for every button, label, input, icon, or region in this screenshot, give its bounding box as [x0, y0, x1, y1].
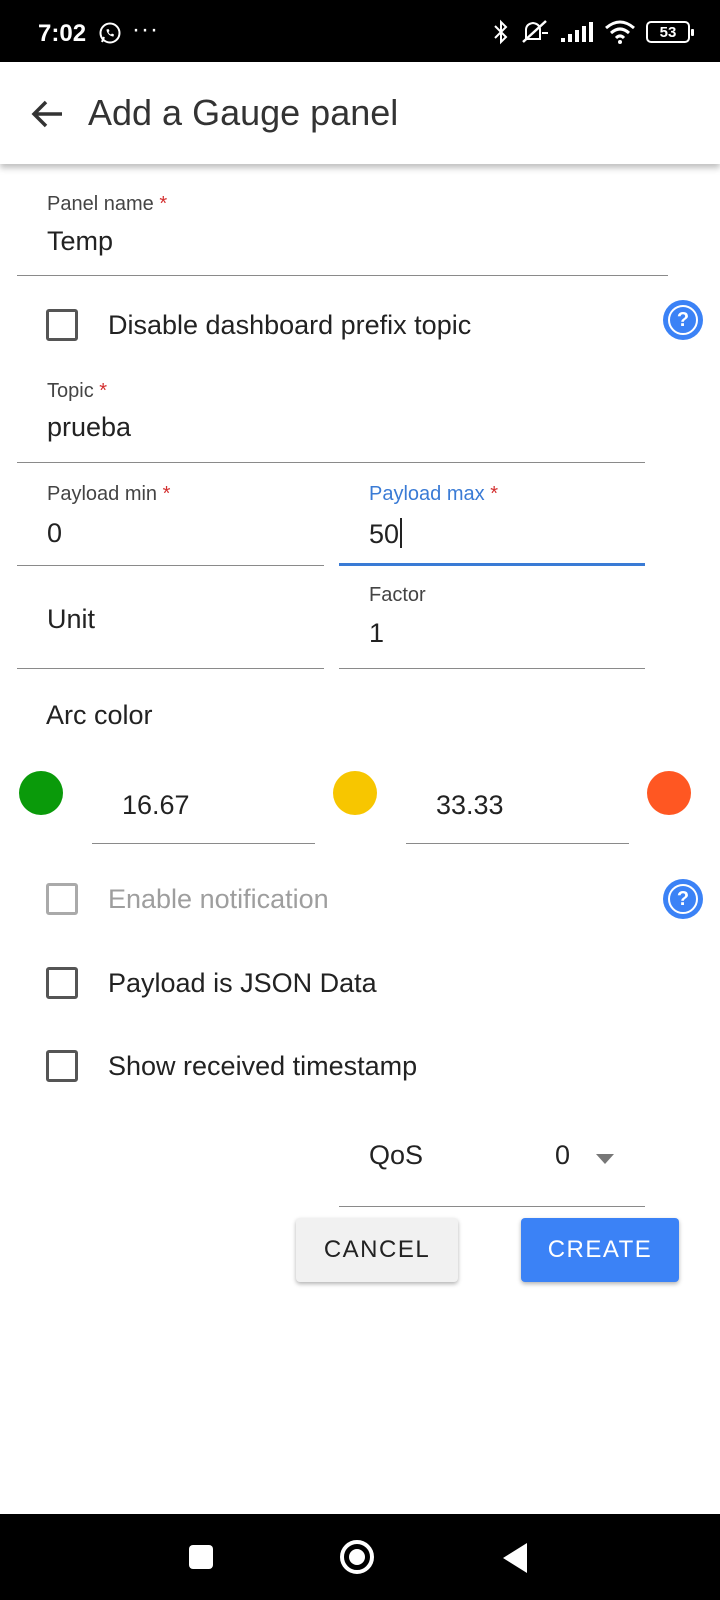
dropdown-arrow-icon	[596, 1154, 614, 1164]
show-timestamp-checkbox[interactable]	[46, 1050, 78, 1082]
status-time: 7:02	[38, 20, 87, 47]
show-timestamp-label: Show received timestamp	[108, 1050, 418, 1081]
panel-name-label: Panel name *	[47, 193, 168, 215]
unit-label: Unit	[47, 604, 96, 634]
status-bar: 7:02 ··· 53	[0, 0, 720, 62]
topic-label: Topic *	[47, 380, 108, 402]
factor-input[interactable]: 1	[369, 618, 384, 649]
bluetooth-icon	[494, 19, 508, 45]
wifi-icon	[605, 20, 635, 44]
battery-level: 53	[659, 23, 677, 41]
payload-min-field[interactable]: Payload min * 0	[17, 463, 324, 566]
payload-json-row[interactable]: Payload is JSON Data	[46, 963, 377, 1003]
disable-prefix-label: Disable dashboard prefix topic	[108, 309, 472, 340]
create-button[interactable]: CREATE	[521, 1218, 679, 1282]
payload-max-label: Payload max *	[369, 483, 498, 505]
payload-min-label: Payload min *	[47, 483, 171, 505]
app-bar: Add a Gauge panel	[0, 62, 720, 164]
home-icon[interactable]	[340, 1540, 374, 1574]
cancel-button[interactable]: CANCEL	[296, 1218, 458, 1282]
nav-back-icon[interactable]	[503, 1543, 527, 1573]
text-caret	[400, 518, 403, 548]
payload-json-checkbox[interactable]	[46, 967, 78, 999]
payload-json-label: Payload is JSON Data	[108, 967, 377, 998]
status-icons: 53	[492, 18, 694, 46]
payload-max-input[interactable]: 50	[369, 518, 403, 550]
arc-threshold-1-field[interactable]: 16.67	[92, 778, 315, 844]
whatsapp-icon	[99, 22, 121, 44]
recents-icon[interactable]	[189, 1545, 213, 1569]
topic-field[interactable]: Topic * prueba	[17, 360, 645, 463]
factor-field[interactable]: Factor 1	[339, 566, 645, 669]
enable-notification-checkbox	[46, 883, 78, 915]
panel-name-field[interactable]: Panel name * Temp	[17, 176, 668, 276]
qos-select[interactable]: QoS 0	[339, 1110, 645, 1207]
battery-icon: 53	[646, 21, 694, 43]
disable-prefix-checkbox[interactable]	[46, 309, 78, 341]
qos-label: QoS	[369, 1140, 424, 1170]
arrow-left-icon	[31, 100, 62, 128]
factor-label: Factor	[369, 584, 426, 606]
help-icon[interactable]: ?	[663, 300, 703, 340]
arc-threshold-1-input[interactable]: 16.67	[122, 790, 190, 821]
signal-icon	[561, 22, 593, 42]
disable-prefix-row[interactable]: Disable dashboard prefix topic	[46, 305, 471, 345]
mute-icon	[522, 20, 548, 43]
system-nav-bar	[0, 1514, 720, 1600]
arc-threshold-2-field[interactable]: 33.33	[406, 778, 629, 844]
qos-value: 0	[555, 1140, 571, 1170]
show-timestamp-row[interactable]: Show received timestamp	[46, 1046, 417, 1086]
enable-notification-label: Enable notification	[108, 883, 329, 914]
payload-max-field[interactable]: Payload max * 50	[339, 463, 645, 566]
topic-input[interactable]: prueba	[47, 412, 131, 443]
back-button[interactable]	[26, 92, 70, 136]
panel-name-input[interactable]: Temp	[47, 226, 113, 257]
enable-notification-row: Enable notification	[46, 879, 329, 919]
unit-field[interactable]: Unit	[17, 566, 324, 669]
page-title: Add a Gauge panel	[88, 92, 399, 133]
payload-min-input[interactable]: 0	[47, 518, 62, 549]
arc-color-orange-swatch[interactable]	[647, 771, 691, 815]
arc-color-label: Arc color	[46, 700, 153, 730]
help-icon[interactable]: ?	[663, 879, 703, 919]
more-notifications-icon: ···	[132, 16, 159, 43]
arc-threshold-2-input[interactable]: 33.33	[436, 790, 504, 821]
arc-color-yellow-swatch[interactable]	[333, 771, 377, 815]
arc-color-green-swatch[interactable]	[19, 771, 63, 815]
